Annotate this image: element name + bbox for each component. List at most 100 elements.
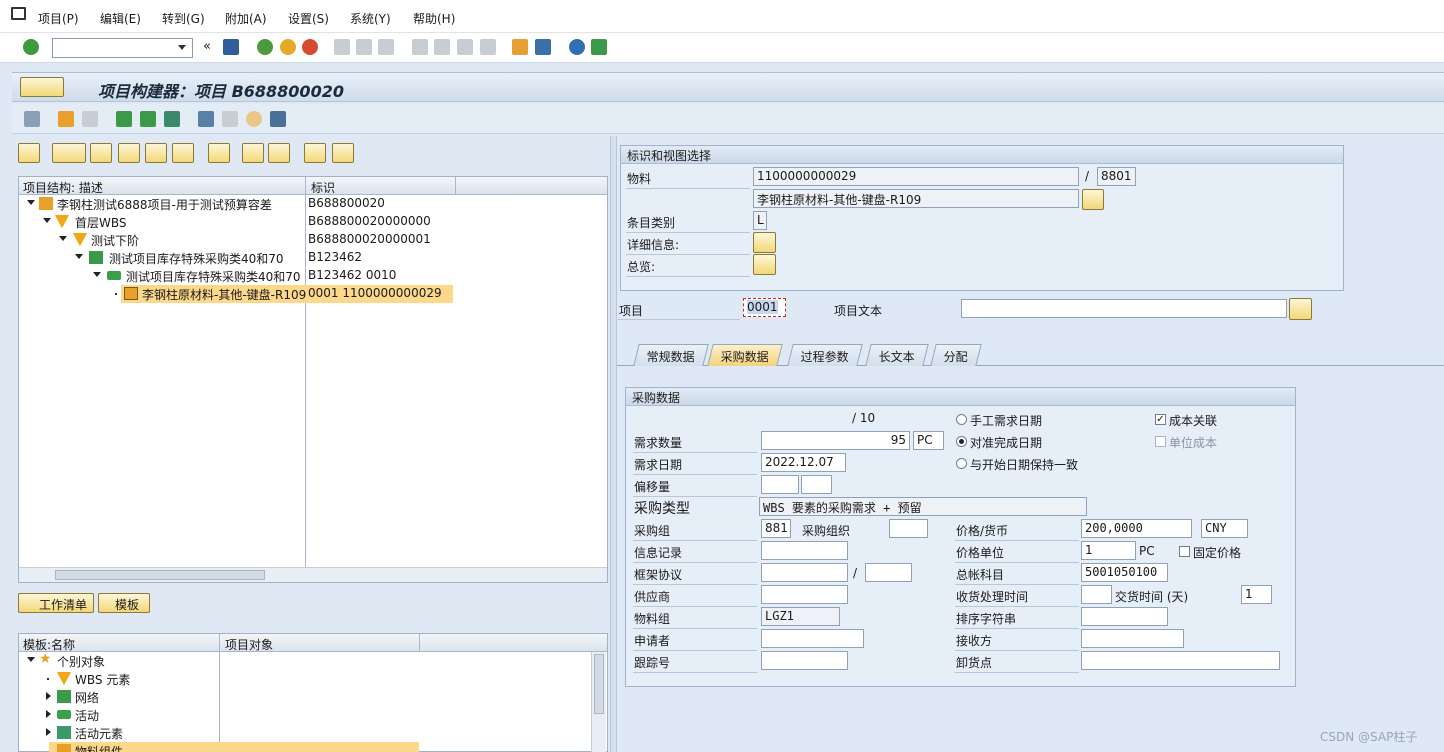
procurement-type-field[interactable]: WBS 要素的采购需求 + 预留 bbox=[759, 497, 1087, 516]
worklist-button[interactable]: 工作清单 bbox=[18, 593, 94, 613]
material-display-button[interactable] bbox=[1082, 189, 1104, 210]
unloading-point-field[interactable] bbox=[1081, 651, 1280, 670]
template-row[interactable]: 活动元素 bbox=[19, 724, 589, 742]
menu-icon[interactable] bbox=[11, 7, 26, 20]
price-unit-field[interactable]: 1 bbox=[1081, 541, 1136, 560]
template-row[interactable]: ★ 个别对象 bbox=[19, 651, 589, 670]
material-description-field[interactable]: 李钢柱原材料-其他-键盘-R109 bbox=[753, 189, 1079, 208]
last-page-icon[interactable] bbox=[480, 39, 496, 55]
radio-manual-date[interactable] bbox=[956, 414, 967, 425]
open-folder-button[interactable] bbox=[18, 143, 40, 163]
find-next-icon[interactable] bbox=[378, 39, 394, 55]
template-button[interactable]: 模板 bbox=[98, 593, 150, 613]
item-number-field[interactable]: 0001 bbox=[743, 298, 786, 317]
currency-field[interactable]: CNY bbox=[1201, 519, 1248, 538]
template-row[interactable]: 活动 bbox=[19, 706, 589, 724]
purchasing-group-field[interactable]: 881 bbox=[761, 519, 791, 538]
tree-row[interactable]: 测试项目库存特殊采购类40和70 B123462 0010 bbox=[19, 267, 607, 285]
collapse-button[interactable] bbox=[332, 143, 354, 163]
hierarchy-icon[interactable] bbox=[140, 111, 156, 127]
command-field[interactable] bbox=[52, 38, 193, 58]
table-icon[interactable] bbox=[198, 111, 214, 127]
menu-item-system[interactable]: 系统(Y) bbox=[350, 10, 391, 27]
tab-general-data[interactable]: 常规数据 bbox=[633, 344, 709, 366]
create-button[interactable] bbox=[52, 143, 86, 163]
next-page-icon[interactable] bbox=[457, 39, 473, 55]
purchasing-org-field[interactable] bbox=[889, 519, 928, 538]
offset-field[interactable] bbox=[761, 475, 799, 494]
network-icon[interactable] bbox=[164, 111, 180, 127]
unit-field[interactable]: PC bbox=[913, 431, 944, 450]
material-group-field[interactable]: LGZ1 bbox=[761, 607, 840, 626]
prev-page-icon[interactable] bbox=[434, 39, 450, 55]
find-icon[interactable] bbox=[356, 39, 372, 55]
edit-long-text-button[interactable] bbox=[1289, 298, 1312, 320]
template-row[interactable]: 物料组件 bbox=[19, 742, 589, 752]
cut-button[interactable] bbox=[90, 143, 112, 163]
paste-button[interactable] bbox=[145, 143, 167, 163]
tree-scrollbar[interactable] bbox=[19, 567, 607, 582]
tree-row-selected[interactable]: 李钢柱原材料-其他-键盘-R109 0001 1100000000029 bbox=[19, 285, 607, 303]
cost-relevant-checkbox[interactable]: ✓ bbox=[1155, 414, 1166, 425]
search-button[interactable] bbox=[242, 143, 264, 163]
radio-align-start[interactable] bbox=[956, 458, 967, 469]
print-icon[interactable] bbox=[334, 39, 350, 55]
menu-item-help[interactable]: 帮助(H) bbox=[413, 10, 455, 27]
radio-align-finish[interactable] bbox=[956, 436, 967, 447]
gr-processing-field[interactable] bbox=[1081, 585, 1112, 604]
pane-splitter[interactable] bbox=[610, 136, 617, 752]
detail-button[interactable] bbox=[753, 232, 776, 253]
tab-long-text[interactable]: 长文本 bbox=[865, 344, 929, 366]
tab-assignment[interactable]: 分配 bbox=[930, 344, 982, 366]
agreement-item-field[interactable] bbox=[865, 563, 912, 582]
edit-icon[interactable] bbox=[222, 111, 238, 127]
item-text-field[interactable] bbox=[961, 299, 1287, 318]
help-icon[interactable] bbox=[569, 39, 585, 55]
tree-row[interactable]: 首层WBS B688800020000000 bbox=[19, 213, 607, 231]
tree-row[interactable]: 李钢柱测试6888项目-用于测试预算容差 B688800020 bbox=[19, 195, 607, 213]
requirement-date-field[interactable]: 2022.12.07 bbox=[761, 453, 846, 472]
new-session-icon[interactable] bbox=[512, 39, 528, 55]
recipient-field[interactable] bbox=[1081, 629, 1184, 648]
menu-item-edit[interactable]: 编辑(E) bbox=[100, 10, 141, 27]
material-field[interactable]: 1100000000029 bbox=[753, 167, 1079, 186]
back-icon[interactable] bbox=[257, 39, 273, 55]
item-category-field[interactable]: L bbox=[753, 211, 767, 230]
tree-row[interactable]: 测试下阶 B688800020000001 bbox=[19, 231, 607, 249]
outline-agreement-field[interactable] bbox=[761, 563, 848, 582]
command-dropdown-icon[interactable] bbox=[178, 45, 186, 50]
tracking-number-field[interactable] bbox=[761, 651, 848, 670]
sort-string-field[interactable] bbox=[1081, 607, 1168, 626]
copy-button[interactable] bbox=[118, 143, 140, 163]
collapse-icon[interactable]: « bbox=[203, 39, 211, 54]
first-page-icon[interactable] bbox=[412, 39, 428, 55]
display-change-icon[interactable] bbox=[24, 111, 40, 127]
menu-item-goto[interactable]: 转到(G) bbox=[162, 10, 205, 27]
price-field[interactable]: 200,0000 bbox=[1081, 519, 1192, 538]
menu-item-extras[interactable]: 附加(A) bbox=[225, 10, 267, 27]
tab-process-parameters[interactable]: 过程参数 bbox=[787, 344, 863, 366]
layout-icon[interactable] bbox=[591, 39, 607, 55]
info-icon[interactable] bbox=[270, 111, 286, 127]
move-right-icon[interactable] bbox=[82, 111, 98, 127]
tab-purchasing-data[interactable]: 采购数据 bbox=[707, 344, 783, 366]
template-scrollbar[interactable] bbox=[591, 652, 606, 752]
info-record-field[interactable] bbox=[761, 541, 848, 560]
undo-button[interactable] bbox=[172, 143, 194, 163]
delivery-time-field[interactable]: 1 bbox=[1241, 585, 1272, 604]
save-icon[interactable] bbox=[223, 39, 239, 55]
fixed-price-checkbox[interactable] bbox=[1179, 546, 1190, 557]
vendor-field[interactable] bbox=[761, 585, 848, 604]
plant-field[interactable]: 8801 bbox=[1097, 167, 1136, 186]
offset-unit-field[interactable] bbox=[801, 475, 832, 494]
tree-row[interactable]: 测试项目库存特殊采购类40和70 B123462 bbox=[19, 249, 607, 267]
requirement-qty-field[interactable]: 95 bbox=[761, 431, 910, 450]
status-icon[interactable] bbox=[246, 111, 262, 127]
search-next-button[interactable] bbox=[268, 143, 290, 163]
template-row[interactable]: 网络 bbox=[19, 688, 589, 706]
cancel-icon[interactable] bbox=[302, 39, 318, 55]
menu-item-settings[interactable]: 设置(S) bbox=[288, 10, 329, 27]
menu-item-project[interactable]: 项目(P) bbox=[38, 10, 79, 27]
template-row[interactable]: WBS 元素 bbox=[19, 670, 589, 688]
requester-field[interactable] bbox=[761, 629, 864, 648]
